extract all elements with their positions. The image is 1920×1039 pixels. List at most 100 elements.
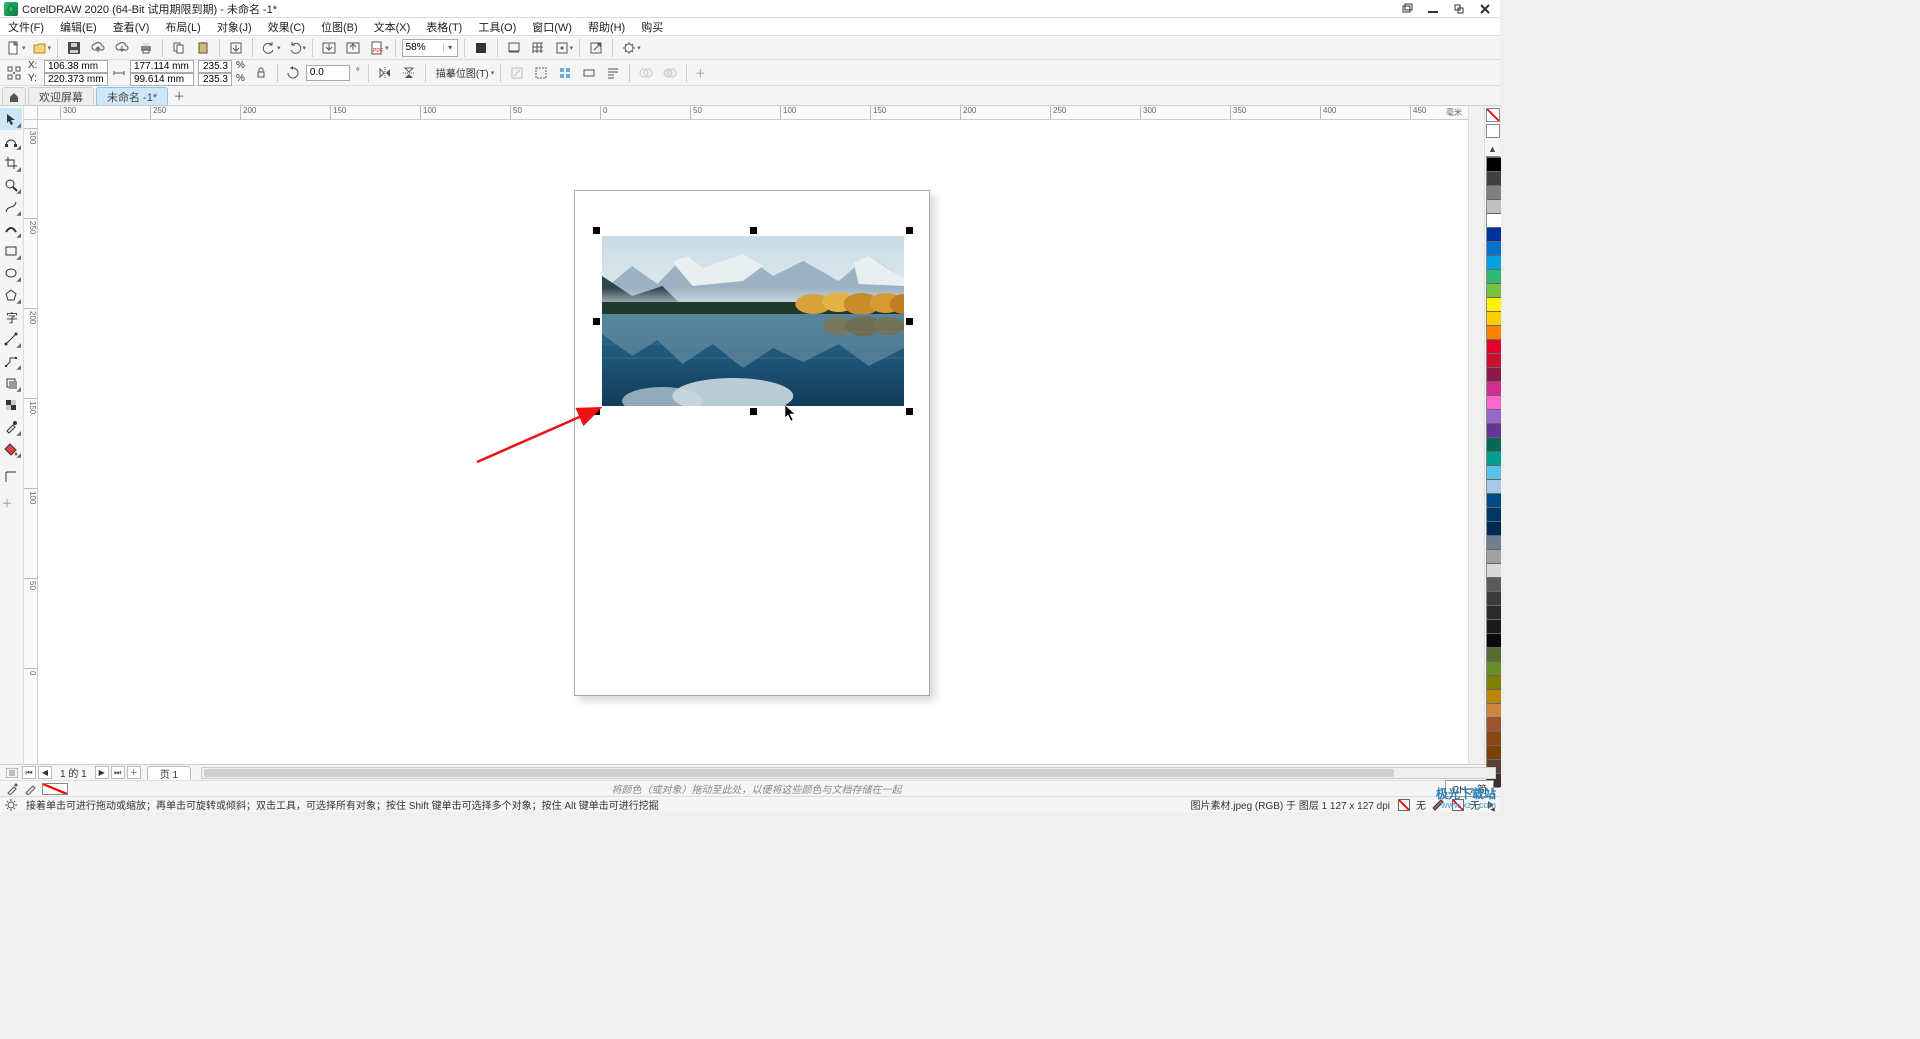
white-swatch[interactable] xyxy=(1486,124,1500,138)
menu-buy[interactable]: 购买 xyxy=(637,19,667,35)
fill-swatch[interactable] xyxy=(1398,799,1410,811)
snap-grid-button[interactable] xyxy=(504,38,524,58)
fill-tool[interactable]: ◢ xyxy=(0,438,22,460)
add-tool-button[interactable]: ＋ xyxy=(0,496,14,510)
undo-button[interactable]: ▾ xyxy=(259,38,281,58)
trace-bitmap-button[interactable]: 描摹位图(T) ▾ xyxy=(432,65,494,80)
width-input[interactable] xyxy=(130,60,194,73)
paste-button[interactable] xyxy=(193,38,213,58)
menu-help[interactable]: 帮助(H) xyxy=(584,19,629,35)
parallel-dimension-tool[interactable]: ◢ xyxy=(0,328,22,350)
viewport[interactable] xyxy=(38,120,1468,764)
color-swatch[interactable] xyxy=(1487,521,1501,535)
color-swatch[interactable] xyxy=(1487,493,1501,507)
ruler-horizontal[interactable]: 300 250 200 150 100 50 0 50 100 150 200 … xyxy=(38,106,1468,120)
color-swatch[interactable] xyxy=(1487,717,1501,731)
menu-object[interactable]: 对象(J) xyxy=(213,19,256,35)
color-swatch[interactable] xyxy=(1487,745,1501,759)
color-swatch[interactable] xyxy=(1487,479,1501,493)
transparency-tool[interactable] xyxy=(0,394,22,416)
color-swatch[interactable] xyxy=(1487,255,1501,269)
eyedropper-icon[interactable] xyxy=(6,783,18,795)
menu-file[interactable]: 文件(F) xyxy=(4,19,48,35)
minimize-button[interactable] xyxy=(1426,2,1440,16)
lock-ratio-button[interactable] xyxy=(251,63,271,83)
cloud-upload-button[interactable] xyxy=(88,38,108,58)
color-swatch[interactable] xyxy=(1487,605,1501,619)
zoom-tool[interactable]: ◢ xyxy=(0,174,22,196)
open-button[interactable]: ▾ xyxy=(30,38,52,58)
options-button[interactable]: ▾ xyxy=(619,38,641,58)
palette-up-arrow[interactable]: ▲ xyxy=(1488,144,1497,154)
redo-button[interactable]: ▾ xyxy=(285,38,307,58)
publish-pdf-button[interactable]: PDF ▾ xyxy=(367,38,389,58)
menu-effects[interactable]: 效果(C) xyxy=(264,19,309,35)
color-swatch[interactable] xyxy=(1487,591,1501,605)
crop-bitmap-button[interactable] xyxy=(531,63,551,83)
horizontal-scrollbar[interactable] xyxy=(201,767,1496,779)
import-image-button[interactable] xyxy=(319,38,339,58)
color-swatch[interactable] xyxy=(1487,409,1501,423)
save-button[interactable] xyxy=(64,38,84,58)
menu-view[interactable]: 查看(V) xyxy=(109,19,154,35)
tab-welcome[interactable]: 欢迎屏幕 xyxy=(28,87,94,105)
menu-table[interactable]: 表格(T) xyxy=(422,19,466,35)
color-swatch[interactable] xyxy=(1487,283,1501,297)
color-swatch[interactable] xyxy=(1487,185,1501,199)
color-swatch[interactable] xyxy=(1487,563,1501,577)
straighten-button[interactable] xyxy=(579,63,599,83)
gear-icon[interactable] xyxy=(4,798,18,812)
cloud-download-button[interactable] xyxy=(112,38,132,58)
ruler-vertical[interactable]: 300 250 200 150 100 50 0 xyxy=(24,120,38,764)
color-swatch[interactable] xyxy=(1487,689,1501,703)
import-button[interactable] xyxy=(226,38,246,58)
mirror-vertical-button[interactable] xyxy=(399,63,419,83)
color-swatch[interactable] xyxy=(1487,367,1501,381)
menu-text[interactable]: 文本(X) xyxy=(370,19,415,35)
menu-tools[interactable]: 工具(O) xyxy=(474,19,520,35)
scroll-thumb[interactable] xyxy=(204,769,1394,777)
first-page-button[interactable]: ⏮ xyxy=(22,766,36,779)
selected-bitmap[interactable] xyxy=(602,236,904,406)
chevron-down-icon[interactable]: ▾ xyxy=(443,43,457,52)
pencil-icon[interactable] xyxy=(24,783,36,795)
maximize-button[interactable] xyxy=(1452,2,1466,16)
freehand-tool[interactable]: ◢ xyxy=(0,196,22,218)
y-input[interactable] xyxy=(44,73,108,86)
powerclip-front-button[interactable] xyxy=(636,63,656,83)
tab-add[interactable]: ＋ xyxy=(170,87,188,105)
close-button[interactable] xyxy=(1478,2,1492,16)
menu-edit[interactable]: 编辑(E) xyxy=(56,19,101,35)
powerclip-back-button[interactable] xyxy=(660,63,680,83)
child-restore-icon[interactable] xyxy=(1400,2,1414,16)
color-swatch[interactable] xyxy=(1487,731,1501,745)
zoom-level[interactable]: ▾ xyxy=(402,39,458,57)
new-button[interactable]: ▾ xyxy=(4,38,26,58)
color-swatch[interactable] xyxy=(1487,647,1501,661)
color-swatch[interactable] xyxy=(1487,437,1501,451)
prev-page-button[interactable]: ◀ xyxy=(38,766,52,779)
edit-bitmap-button[interactable] xyxy=(507,63,527,83)
ruler-origin[interactable] xyxy=(24,106,38,120)
ellipse-tool[interactable]: ◢ xyxy=(0,262,22,284)
color-swatch[interactable] xyxy=(1487,213,1501,227)
menu-bitmap[interactable]: 位图(B) xyxy=(317,19,362,35)
color-swatch[interactable] xyxy=(1487,339,1501,353)
color-swatch[interactable] xyxy=(1487,619,1501,633)
scale-y-input[interactable] xyxy=(198,73,232,86)
color-swatch[interactable] xyxy=(1487,199,1501,213)
color-swatch[interactable] xyxy=(1487,171,1501,185)
color-swatch[interactable] xyxy=(1487,157,1501,171)
launch-button[interactable] xyxy=(586,38,606,58)
x-input[interactable] xyxy=(44,60,108,73)
color-swatch[interactable] xyxy=(1487,241,1501,255)
drop-shadow-tool[interactable]: ◢ xyxy=(0,372,22,394)
color-swatch[interactable] xyxy=(1487,297,1501,311)
color-swatch[interactable] xyxy=(1487,451,1501,465)
color-swatch[interactable] xyxy=(1487,325,1501,339)
color-swatch[interactable] xyxy=(1487,549,1501,563)
rectangle-tool[interactable]: ◢ xyxy=(0,240,22,262)
scale-x-input[interactable] xyxy=(198,60,232,73)
color-swatch[interactable] xyxy=(1487,423,1501,437)
color-swatch[interactable] xyxy=(1487,311,1501,325)
